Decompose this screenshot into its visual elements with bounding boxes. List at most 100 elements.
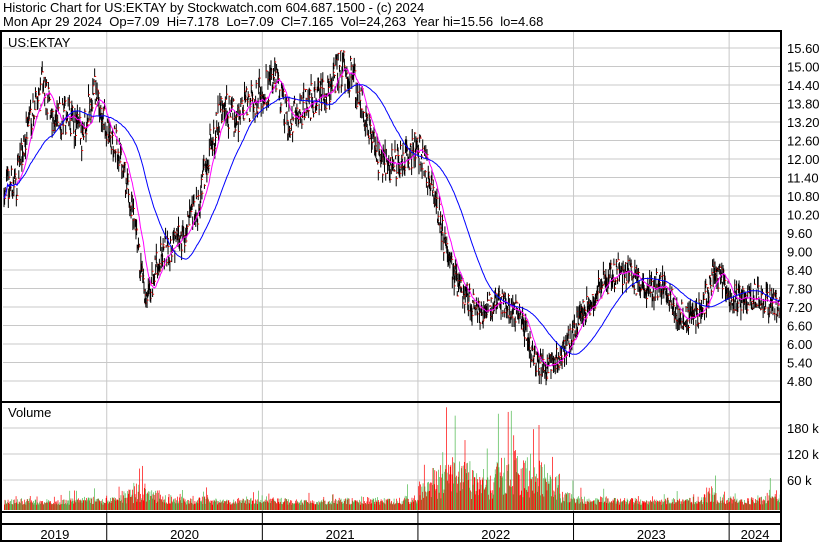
- price-tick-label: 15.00: [787, 60, 820, 75]
- volume-bar: [348, 498, 349, 510]
- volume-bar: [261, 503, 262, 510]
- volume-bar: [283, 502, 285, 510]
- volume-bar: [392, 504, 394, 510]
- volume-bar: [248, 500, 250, 510]
- volume-bar: [179, 493, 181, 510]
- volume-bar: [589, 500, 591, 510]
- volume-bar: [160, 494, 161, 510]
- volume-bar: [532, 490, 534, 510]
- volume-bar: [315, 504, 317, 510]
- volume-bar: [697, 496, 699, 510]
- volume-bar: [744, 502, 746, 510]
- volume-bar: [501, 457, 502, 510]
- volume-bar: [417, 499, 418, 510]
- volume-bar: [135, 497, 137, 510]
- volume-bar: [769, 478, 771, 510]
- volume-bar: [288, 503, 290, 510]
- volume-bar: [390, 502, 392, 510]
- volume-bar: [633, 502, 634, 510]
- volume-bar: [645, 501, 647, 510]
- volume-bar: [385, 504, 386, 510]
- volume-bar: [517, 473, 519, 510]
- volume-bar: [354, 499, 356, 510]
- volume-bar: [21, 501, 23, 510]
- volume-bar: [298, 502, 300, 510]
- volume-bar: [525, 460, 526, 510]
- volume-bar: [615, 503, 617, 510]
- volume-bar: [777, 501, 778, 510]
- volume-bar: [686, 500, 688, 510]
- volume-bar: [430, 482, 431, 510]
- volume-bar: [10, 500, 11, 510]
- volume-bar: [16, 502, 18, 510]
- volume-bar: [572, 480, 574, 510]
- volume-bar: [184, 501, 185, 510]
- volume-bar: [597, 499, 598, 510]
- volume-bar: [475, 494, 476, 510]
- volume-bar: [90, 502, 92, 510]
- volume-bar: [435, 490, 436, 510]
- volume-bar: [587, 501, 589, 510]
- volume-bar: [49, 501, 50, 510]
- volume-bar: [591, 501, 592, 510]
- volume-bar: [569, 493, 571, 510]
- volume-bar: [536, 491, 538, 510]
- volume-bar: [692, 504, 693, 510]
- volume-bar: [95, 501, 96, 510]
- volume-bar: [678, 500, 680, 510]
- volume-bar: [295, 503, 297, 510]
- volume-bar: [431, 482, 433, 510]
- volume-bar: [537, 478, 539, 510]
- volume-bar: [539, 460, 540, 510]
- volume-bar: [575, 502, 577, 510]
- volume-bar: [663, 494, 665, 510]
- volume-bar: [684, 500, 685, 510]
- volume-bar: [440, 498, 442, 510]
- volume-bar: [353, 501, 355, 510]
- volume-bar: [726, 503, 728, 510]
- volume-bar: [738, 501, 740, 510]
- volume-bar: [189, 501, 191, 510]
- volume-bar: [756, 500, 758, 510]
- volume-bar: [599, 501, 600, 510]
- volume-bar: [374, 504, 376, 510]
- volume-bar: [559, 493, 561, 510]
- volume-bar: [79, 500, 81, 510]
- volume-bar: [226, 499, 228, 510]
- volume-bar: [99, 501, 101, 510]
- volume-bar: [151, 490, 153, 510]
- volume-bar: [345, 499, 347, 510]
- volume-bar: [74, 500, 76, 510]
- volume-bar: [465, 473, 467, 510]
- volume-bar: [239, 499, 241, 510]
- volume-bar: [489, 475, 491, 510]
- volume-bar: [498, 467, 500, 510]
- volume-bar: [29, 495, 31, 510]
- volume-bar: [256, 504, 258, 510]
- volume-bar: [641, 504, 642, 510]
- volume-bar: [45, 503, 47, 510]
- volume-bar: [218, 502, 220, 510]
- volume-bar: [594, 500, 595, 510]
- volume-bar: [475, 491, 477, 510]
- volume-bar: [660, 501, 661, 510]
- volume-bar: [4, 499, 6, 510]
- volume-bar: [48, 499, 50, 510]
- volume-bar: [383, 498, 385, 510]
- volume-bar: [479, 477, 481, 510]
- volume-bar: [446, 472, 448, 510]
- volume-bar: [583, 503, 584, 510]
- volume-bar: [604, 501, 605, 510]
- volume-bar: [73, 503, 74, 510]
- volume-bar: [175, 503, 177, 510]
- volume-bar: [495, 474, 497, 510]
- volume-bar: [598, 499, 600, 510]
- volume-bar: [20, 499, 22, 510]
- volume-bar: [393, 502, 394, 510]
- volume-bar: [367, 503, 369, 510]
- volume-bar: [679, 501, 681, 510]
- volume-bar: [177, 503, 179, 510]
- symbol-label: US:EKTAY: [8, 35, 71, 50]
- volume-bar: [113, 498, 114, 510]
- volume-bar: [711, 486, 713, 510]
